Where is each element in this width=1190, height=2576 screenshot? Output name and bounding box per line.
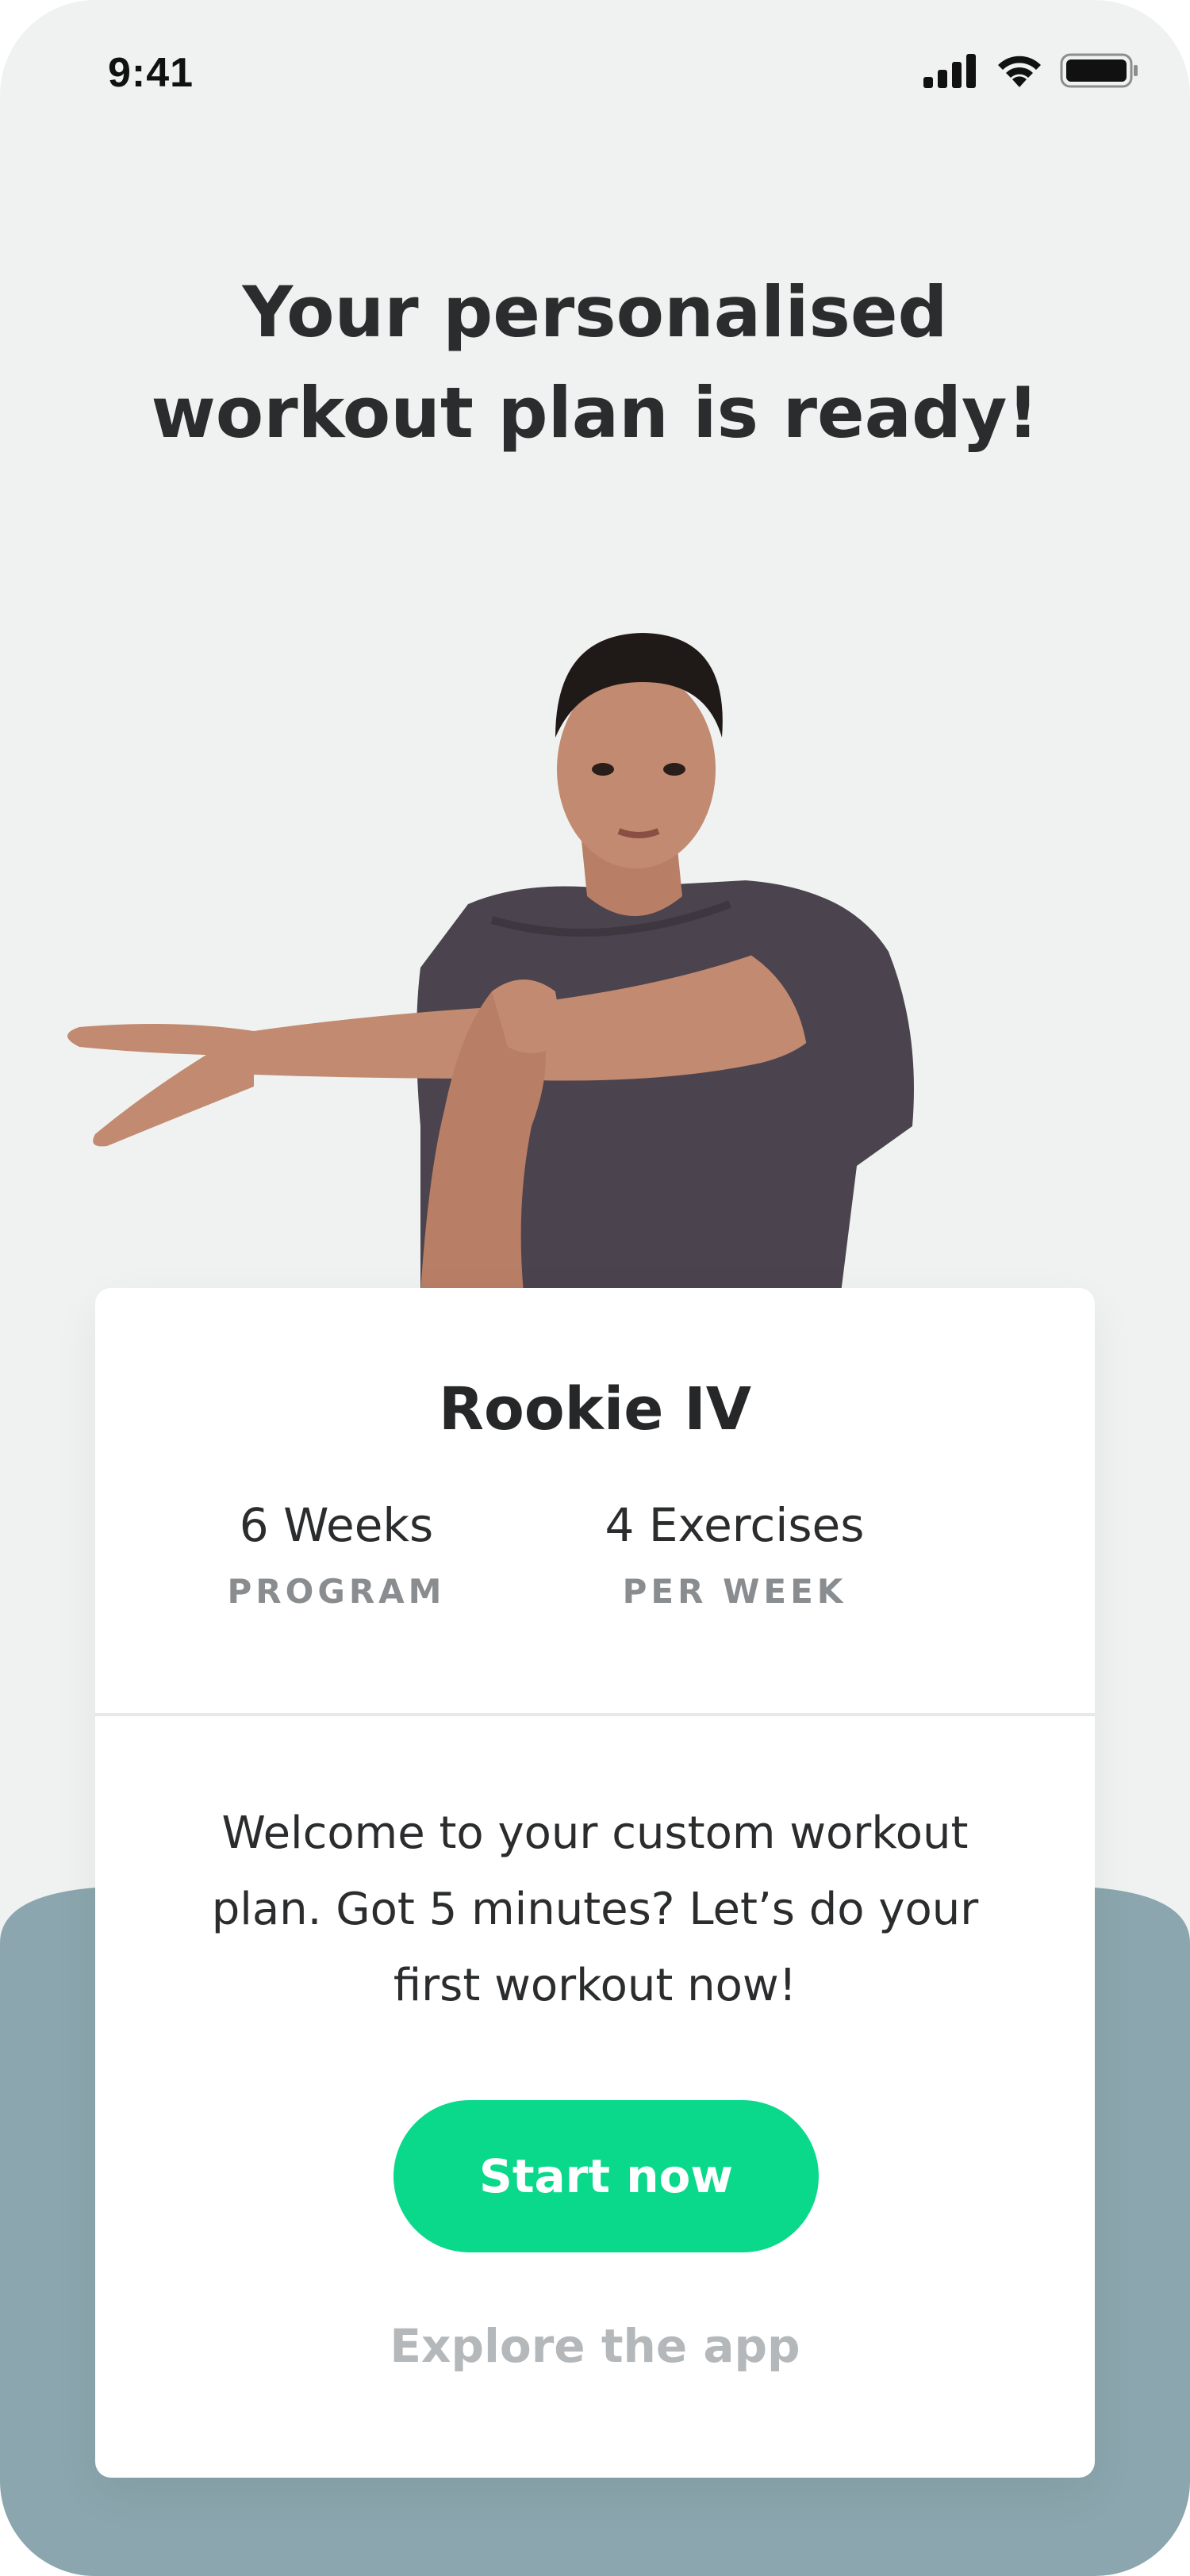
- status-bar: 9:41: [0, 0, 1190, 151]
- battery-icon: [1060, 52, 1139, 92]
- page-title-line-2: workout plan is ready!: [151, 372, 1039, 454]
- hero-image: [67, 633, 914, 1293]
- stat-program-value: 6 Weeks: [239, 1498, 434, 1552]
- card-divider: [95, 1713, 1095, 1716]
- status-time: 9:41: [108, 50, 194, 96]
- welcome-message: Welcome to your custom workout plan. Got…: [175, 1796, 1015, 2024]
- page-title: Your personalised workout plan is ready!: [119, 262, 1071, 463]
- stat-per-week-value: 4 Exercises: [605, 1498, 865, 1552]
- cellular-signal-icon: [922, 53, 979, 91]
- wifi-icon: [995, 52, 1044, 92]
- phone-screen: 9:41 Your personalised workout plan is r…: [0, 0, 1190, 2576]
- explore-app-link[interactable]: Explore the app: [95, 2319, 1095, 2373]
- welcome-line-3: first workout now!: [393, 1960, 797, 2011]
- outstretched-hand: [67, 1024, 254, 1147]
- status-icons: [922, 52, 1139, 92]
- welcome-line-2: plan. Got 5 minutes? Let’s do your: [211, 1884, 979, 1935]
- plan-card: Rookie IV 6 Weeks PROGRAM 4 Exercises PE…: [95, 1288, 1095, 2478]
- stat-program-label: PROGRAM: [227, 1572, 446, 1611]
- stat-per-week-label: PER WEEK: [622, 1572, 847, 1611]
- welcome-line-1: Welcome to your custom workout: [221, 1807, 969, 1859]
- stat-per-week: 4 Exercises PER WEEK: [568, 1497, 901, 1612]
- stat-program: 6 Weeks PROGRAM: [170, 1497, 503, 1612]
- plan-name: Rookie IV: [439, 1375, 751, 1443]
- start-now-button[interactable]: Start now: [393, 2100, 819, 2252]
- page-title-line-1: Your personalised: [242, 271, 948, 353]
